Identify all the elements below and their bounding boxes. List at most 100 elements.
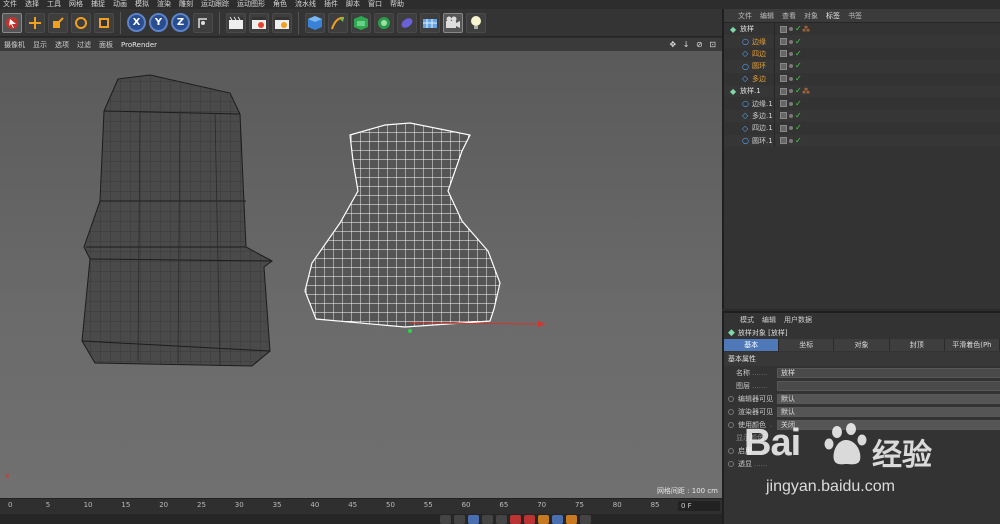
object-row[interactable]: ○ 圆环.1 ✓ bbox=[724, 134, 1000, 147]
enabled-check-icon[interactable]: ✓ bbox=[795, 111, 802, 120]
subtab-caps[interactable]: 封顶 bbox=[889, 339, 945, 351]
enabled-check-icon[interactable]: ✓ bbox=[795, 25, 802, 33]
menu-item[interactable]: 运动跟踪 bbox=[198, 0, 234, 9]
layer-box-icon[interactable] bbox=[780, 112, 787, 120]
play-button[interactable] bbox=[468, 515, 479, 524]
viewport-menu-display[interactable]: 显示 bbox=[33, 40, 47, 50]
tag-icon[interactable]: ⁂ bbox=[802, 25, 810, 34]
move-tool-icon[interactable] bbox=[25, 12, 45, 33]
current-frame-field[interactable]: 0 F bbox=[678, 501, 720, 511]
keyframe-selection-button[interactable] bbox=[538, 515, 549, 524]
viewport-menu-prorender[interactable]: ProRender bbox=[121, 41, 157, 49]
object-row[interactable]: ◇ 多边 ✓ bbox=[724, 72, 1000, 85]
object-name[interactable]: 四边.1 bbox=[752, 123, 773, 133]
object-row[interactable]: ○ 边缘.1 ✓ bbox=[724, 97, 1000, 110]
next-key-button[interactable] bbox=[482, 515, 493, 524]
layer-box-icon[interactable] bbox=[780, 124, 787, 132]
pen-spline-icon[interactable] bbox=[328, 12, 348, 33]
menu-item[interactable]: 脚本 bbox=[343, 0, 365, 9]
om-tab-view[interactable]: 查看 bbox=[782, 11, 796, 21]
object-row[interactable]: ○ 边缘 ✓ bbox=[724, 35, 1000, 48]
menu-item[interactable]: 角色 bbox=[270, 0, 292, 9]
object-name[interactable]: 边缘.1 bbox=[752, 99, 773, 109]
tag-icon[interactable]: ⁂ bbox=[802, 87, 810, 96]
subtab-object[interactable]: 对象 bbox=[834, 339, 890, 351]
select-tool-icon[interactable] bbox=[2, 12, 22, 33]
layer-box-icon[interactable] bbox=[780, 50, 787, 58]
auto-key-button[interactable] bbox=[524, 515, 535, 524]
object-row[interactable]: ◇ 四边.1 ✓ bbox=[724, 122, 1000, 135]
om-tab-object[interactable]: 对象 bbox=[804, 11, 818, 21]
om-tab-edit[interactable]: 编辑 bbox=[760, 11, 774, 21]
subtab-phong[interactable]: 平滑着色(Ph bbox=[944, 339, 1000, 351]
visibility-dot-icon[interactable] bbox=[789, 27, 793, 32]
coordinate-system-icon[interactable] bbox=[193, 12, 213, 33]
light-icon[interactable] bbox=[466, 12, 486, 33]
animate-radio-icon[interactable] bbox=[728, 447, 734, 454]
menu-item[interactable]: 捕捉 bbox=[88, 0, 110, 9]
viewport-menu-options[interactable]: 选项 bbox=[55, 40, 69, 50]
viewport-navigation-icons[interactable]: ✥ ↓ ⊘ ⊡ bbox=[670, 40, 718, 49]
object-name[interactable]: 圆环.1 bbox=[752, 136, 773, 146]
cube-primitive-icon[interactable] bbox=[305, 12, 325, 33]
menu-item[interactable]: 渲染 bbox=[154, 0, 176, 9]
animate-radio-icon[interactable] bbox=[728, 395, 734, 402]
am-tab-user-data[interactable]: 用户数据 bbox=[784, 315, 812, 325]
property-dropdown[interactable]: 默认 bbox=[777, 393, 1000, 404]
visibility-dot-icon[interactable] bbox=[789, 101, 793, 106]
animate-radio-icon[interactable] bbox=[728, 460, 734, 467]
property-field[interactable]: 放样 bbox=[777, 367, 1000, 378]
timeline-ruler[interactable]: 051015202530354045505560657075808590 bbox=[0, 499, 722, 511]
visibility-dot-icon[interactable] bbox=[789, 126, 793, 131]
layer-box-icon[interactable] bbox=[780, 75, 787, 83]
loft-object-gray[interactable] bbox=[81, 74, 273, 367]
visibility-dot-icon[interactable] bbox=[789, 76, 793, 81]
object-name[interactable]: 圆环 bbox=[752, 61, 766, 71]
visibility-dot-icon[interactable] bbox=[789, 64, 793, 69]
record-button[interactable] bbox=[510, 515, 521, 524]
visibility-dot-icon[interactable] bbox=[789, 89, 793, 94]
deformer-icon[interactable] bbox=[397, 12, 417, 33]
prev-key-button[interactable] bbox=[454, 515, 465, 524]
menu-item[interactable]: 选择 bbox=[22, 0, 44, 9]
array-generator-icon[interactable] bbox=[374, 12, 394, 33]
menu-item[interactable]: 帮助 bbox=[387, 0, 409, 9]
visibility-dot-icon[interactable] bbox=[789, 51, 793, 56]
menu-item[interactable]: 流水线 bbox=[292, 0, 321, 9]
am-tab-edit[interactable]: 编辑 bbox=[762, 315, 776, 325]
menu-item[interactable]: 模拟 bbox=[132, 0, 154, 9]
rotate-tool-icon[interactable] bbox=[71, 12, 91, 33]
menu-item[interactable]: 插件 bbox=[321, 0, 343, 9]
menu-item[interactable]: 窗口 bbox=[365, 0, 387, 9]
scale-tool-icon[interactable] bbox=[48, 12, 68, 33]
enabled-check-icon[interactable]: ✓ bbox=[795, 37, 802, 46]
object-row[interactable]: ○ 圆环 ✓ bbox=[724, 60, 1000, 73]
object-name[interactable]: 放样.1 bbox=[740, 86, 761, 96]
menu-item[interactable]: 工具 bbox=[44, 0, 66, 9]
layer-box-icon[interactable] bbox=[780, 38, 787, 46]
om-tab-tags[interactable]: 标签 bbox=[826, 11, 840, 21]
viewport-menu-panel[interactable]: 面板 bbox=[99, 40, 113, 50]
position-key-button[interactable] bbox=[552, 515, 563, 524]
object-name[interactable]: 放样 bbox=[740, 24, 754, 34]
menu-item[interactable]: 运动图形 bbox=[234, 0, 270, 9]
animate-radio-icon[interactable] bbox=[728, 421, 734, 428]
render-settings-icon[interactable] bbox=[272, 12, 292, 33]
object-name[interactable]: 边缘 bbox=[752, 37, 766, 47]
subdivision-surface-icon[interactable] bbox=[351, 12, 371, 33]
object-name[interactable]: 多边 bbox=[752, 74, 766, 84]
enabled-check-icon[interactable]: ✓ bbox=[795, 49, 802, 58]
rotation-key-button[interactable] bbox=[580, 515, 591, 524]
viewport-menu-camera[interactable]: 摄像机 bbox=[4, 40, 25, 50]
property-field[interactable] bbox=[777, 380, 1000, 391]
layer-box-icon[interactable] bbox=[780, 25, 787, 33]
enabled-check-icon[interactable]: ✓ bbox=[795, 74, 802, 83]
menu-item[interactable]: 文件 bbox=[0, 0, 22, 9]
object-name[interactable]: 多边.1 bbox=[752, 111, 773, 121]
object-row[interactable]: ◆ 放样.1 ✓ ⁂ bbox=[724, 84, 1000, 98]
visibility-dot-icon[interactable] bbox=[789, 113, 793, 118]
recent-tool-icon[interactable] bbox=[94, 12, 114, 33]
goto-end-button[interactable] bbox=[496, 515, 507, 524]
layer-box-icon[interactable] bbox=[780, 62, 787, 70]
render-picture-viewer-icon[interactable] bbox=[249, 12, 269, 33]
